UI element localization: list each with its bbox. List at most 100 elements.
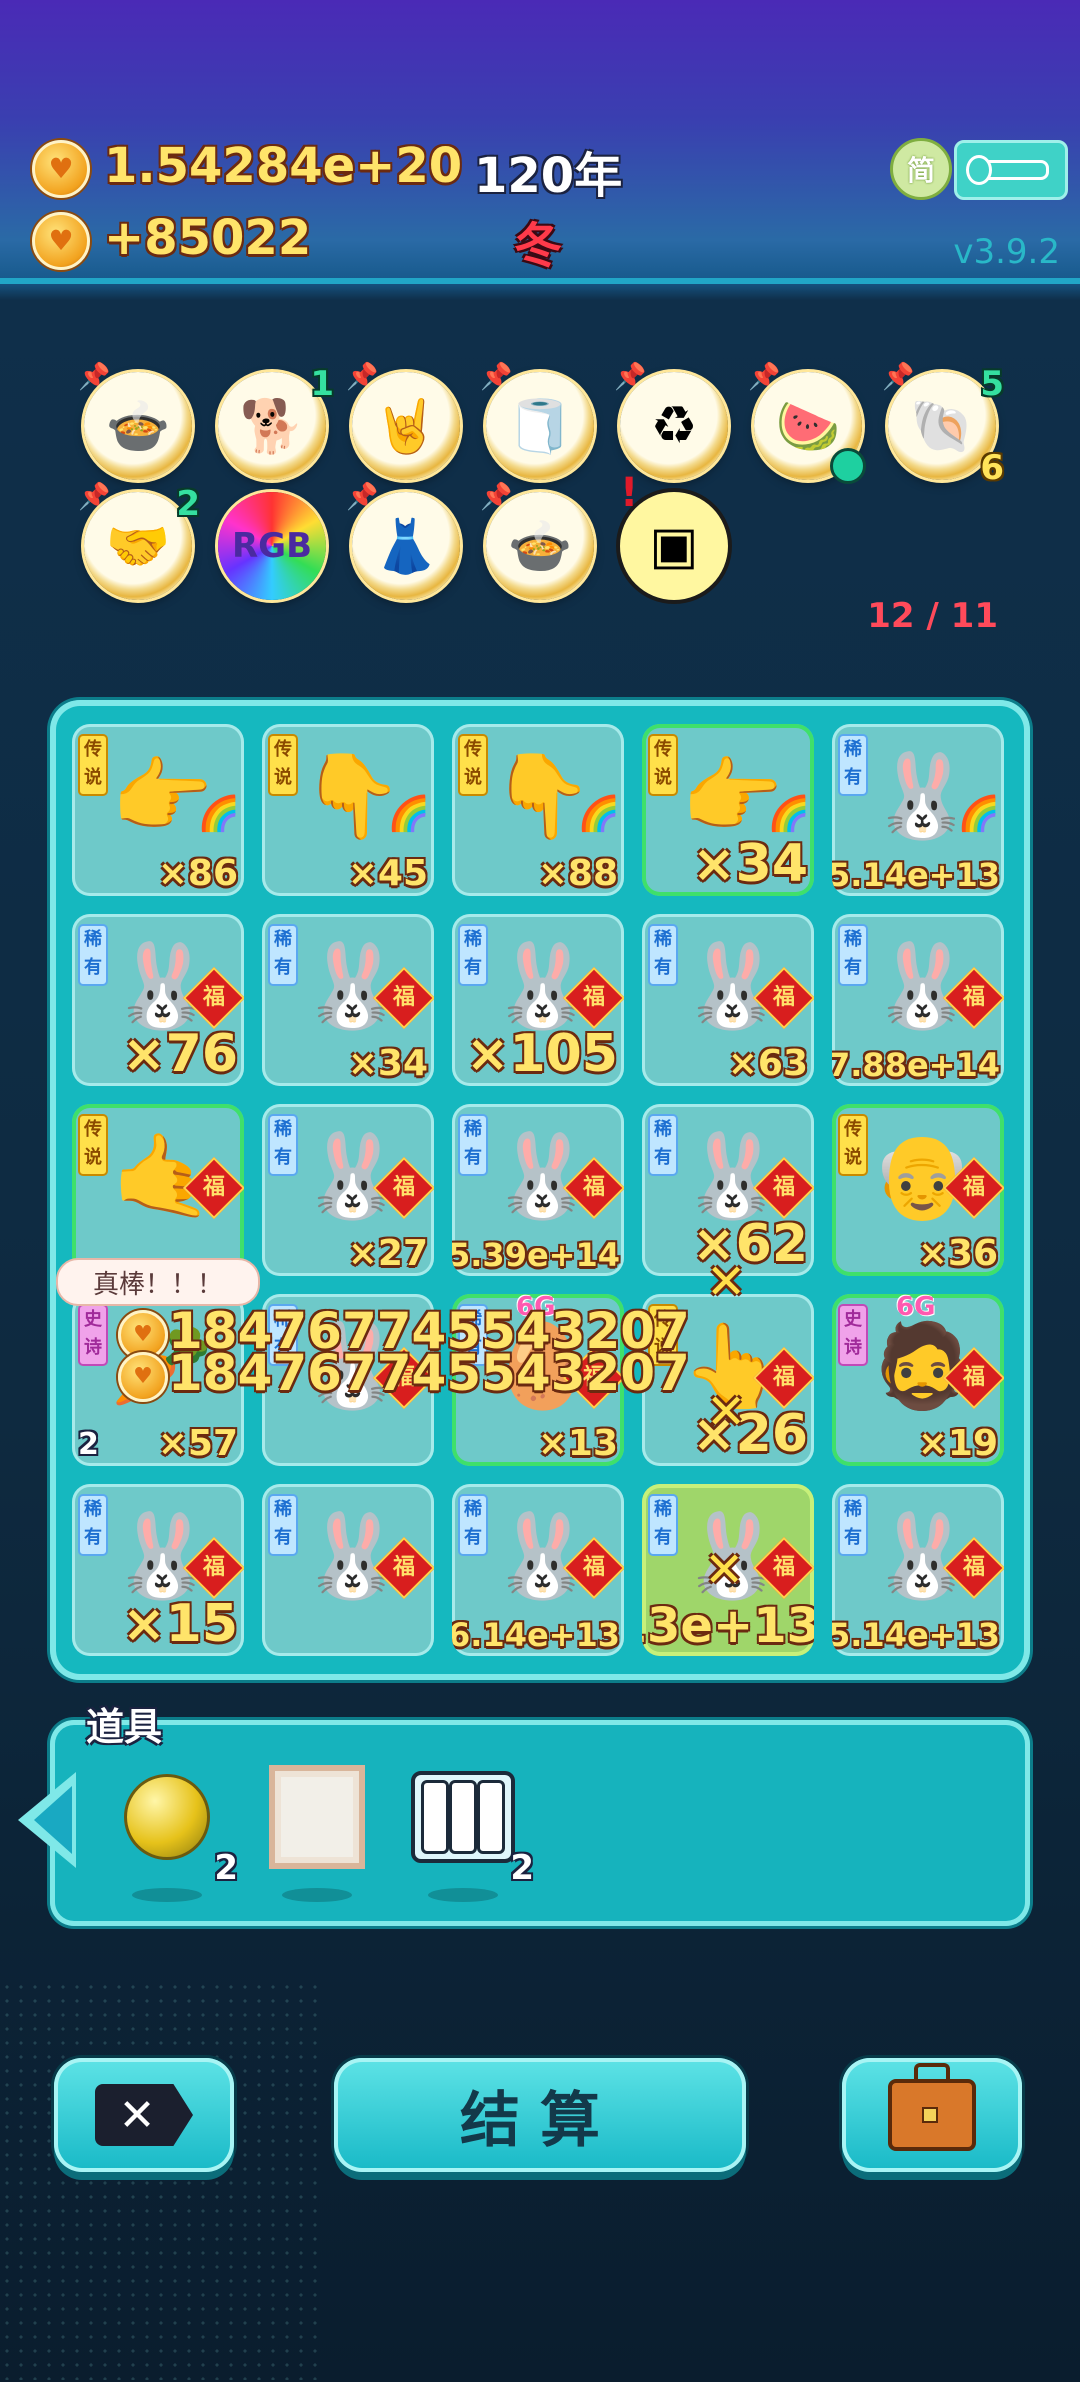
- inventory-button[interactable]: [842, 2058, 1022, 2172]
- rainbow-icon: 🌈: [767, 794, 810, 834]
- relic-handshake[interactable]: 🤝 📌 2: [78, 482, 200, 600]
- language-toggle-label: 简: [906, 154, 935, 187]
- piece-count: 5.39e+14: [452, 1236, 620, 1274]
- piece-count: 5.14e+13: [832, 856, 1000, 894]
- relic-count: 5: [980, 364, 1004, 404]
- skirt-icon: 👗: [373, 516, 439, 577]
- key-button[interactable]: [954, 140, 1068, 200]
- board-cell[interactable]: 稀有 🐰 福 ×15: [72, 1484, 244, 1656]
- board-cell[interactable]: 稀有 🐰 福 ×105: [452, 914, 624, 1086]
- husky-dog-icon: 🐕: [239, 396, 305, 457]
- board-cell[interactable]: 稀有 🐰 福 5.39e+14: [452, 1104, 624, 1276]
- relic-rock-hand[interactable]: 🤘 📌: [346, 362, 460, 480]
- item-three-bars[interactable]: 2: [408, 1762, 534, 1902]
- bowls-arrow-icon: 🍲: [105, 396, 171, 457]
- relic-husky-dog[interactable]: 🐕 1: [218, 364, 334, 480]
- gold-rate: +85022: [104, 210, 312, 266]
- board-cell[interactable]: 稀有 🐰 🌈 5.14e+13: [832, 724, 1004, 896]
- piece-count: ×34: [692, 834, 808, 894]
- floating-gold-value-2: 184767745543207: [168, 1344, 690, 1402]
- board-cell[interactable]: 史诗 🧔 福 6G ×19: [832, 1294, 1004, 1466]
- relic-fruits[interactable]: 🍉 📌: [748, 362, 866, 484]
- piece-count: ×45: [347, 853, 428, 894]
- piece-count: ×57: [157, 1423, 238, 1464]
- pin-icon: 📌: [78, 482, 111, 512]
- six-g-badge: 6G: [896, 1294, 936, 1322]
- settle-button[interactable]: 结算: [334, 2058, 746, 2172]
- bowls-arrow-2-icon: 🍲: [507, 516, 573, 577]
- piece-count: ×34: [347, 1043, 428, 1084]
- year-label: 120年: [474, 148, 623, 204]
- items-title: 道具: [86, 1705, 163, 1749]
- tissue-box-icon: 🧻: [507, 396, 573, 457]
- board-cell[interactable]: 稀有 🐰 福 ×27: [262, 1104, 434, 1276]
- board-cell[interactable]: 稀有 🐰 福 ×63: [642, 914, 814, 1086]
- exit-icon: ✕: [95, 2084, 193, 2146]
- board-cell[interactable]: 传说 👴 福 ×36: [832, 1104, 1004, 1276]
- board-cell[interactable]: 传说 👉 🌈 ×86: [72, 724, 244, 896]
- board-cell[interactable]: 稀有 🐰 福: [262, 1484, 434, 1656]
- relic-count-secondary: 6: [980, 448, 1004, 488]
- board-cell[interactable]: 传说 👇 🌈 ×88: [452, 724, 624, 896]
- item-count: 2: [510, 1848, 534, 1888]
- relic-skirt[interactable]: 👗 📌: [346, 482, 460, 600]
- board-cell[interactable]: 传说 🤙 福: [72, 1104, 244, 1276]
- gold-rate-coin-icon: ♥: [32, 212, 90, 270]
- language-toggle-button[interactable]: 简: [890, 138, 952, 200]
- piece-count: ×19: [917, 1423, 998, 1464]
- rock-hand-icon: 🤘: [373, 396, 439, 457]
- pin-icon: 📌: [614, 362, 647, 392]
- handshake-icon: 🤝: [105, 516, 171, 577]
- board-cell[interactable]: 稀有 🐰 福 ×76: [72, 914, 244, 1086]
- shell-icon: 🐚: [909, 396, 975, 457]
- relic-tissue-box[interactable]: 🧻 📌: [480, 362, 594, 480]
- item-count: 2: [214, 1848, 238, 1888]
- gold-total-coin-icon: ♥: [32, 140, 90, 198]
- relic-bowls-arrow[interactable]: 🍲 📌: [78, 362, 192, 480]
- fruits-icon: 🍉: [775, 396, 841, 457]
- board-cell[interactable]: 稀有 🐰 福 ×34: [262, 914, 434, 1086]
- board-cell[interactable]: 稀有 🐰 福 ×62: [642, 1104, 814, 1276]
- relic-bowls-arrow-2[interactable]: 🍲 📌: [480, 482, 594, 600]
- rainbow-icon: 🌈: [387, 794, 430, 834]
- relic-count: 1: [310, 364, 334, 404]
- header-divider: [0, 278, 1080, 284]
- piece-count: 8.13e+13: [642, 1598, 814, 1654]
- pin-icon: 📌: [882, 362, 915, 392]
- pin-icon: 📌: [346, 362, 379, 392]
- praise-text: 真棒！！！: [92, 1269, 223, 1300]
- golden-ball-icon: [124, 1774, 210, 1860]
- relic-rgb[interactable]: RGB: [218, 492, 326, 600]
- recycle-icon: ♻: [650, 396, 698, 456]
- pin-icon: 📌: [480, 482, 513, 512]
- item-golden-ball[interactable]: 2: [112, 1762, 238, 1902]
- board-cell[interactable]: 稀有 🐰 福 6.14e+13: [452, 1484, 624, 1656]
- rainbow-icon: 🌈: [957, 794, 1000, 834]
- board-cell[interactable]: 稀有 🐰 福 7.88e+14: [832, 914, 1004, 1086]
- piece-count: 5.14e+13: [832, 1616, 1000, 1654]
- praise-bubble: 真棒！！！: [56, 1258, 260, 1306]
- gold-total: 1.54284e+20: [104, 138, 463, 194]
- relic-counter: 12 / 11: [867, 596, 998, 636]
- relic-recycle[interactable]: ♻ 📌: [614, 362, 728, 480]
- board-cell[interactable]: 稀有 🐰 福 5.14e+13: [832, 1484, 1004, 1656]
- rainbow-icon: 🌈: [197, 794, 240, 834]
- piece-count: ×88: [537, 853, 618, 894]
- piece-count: ×27: [347, 1233, 428, 1274]
- relic-chip[interactable]: ▣!: [620, 470, 728, 600]
- piece-count: 6.14e+13: [452, 1616, 620, 1654]
- board-cell[interactable]: 传说 👉 🌈 ×34: [642, 724, 814, 896]
- rgb-icon: RGB: [231, 526, 312, 566]
- rainbow-icon: 🌈: [577, 794, 620, 834]
- background-pattern: [0, 1980, 320, 2380]
- item-frame[interactable]: [262, 1762, 372, 1902]
- items-prev-arrow-icon[interactable]: [18, 1772, 76, 1868]
- pin-icon: 📌: [346, 482, 379, 512]
- relic-count: 2: [176, 484, 200, 524]
- three-bars-icon: [411, 1771, 515, 1863]
- exit-button[interactable]: ✕: [54, 2058, 234, 2172]
- frame-icon: [269, 1765, 365, 1869]
- relic-shell[interactable]: 🐚 📌 5 6: [882, 362, 1004, 488]
- board-cell[interactable]: 传说 👇 🌈 ×45: [262, 724, 434, 896]
- chip-icon: ▣: [649, 516, 699, 576]
